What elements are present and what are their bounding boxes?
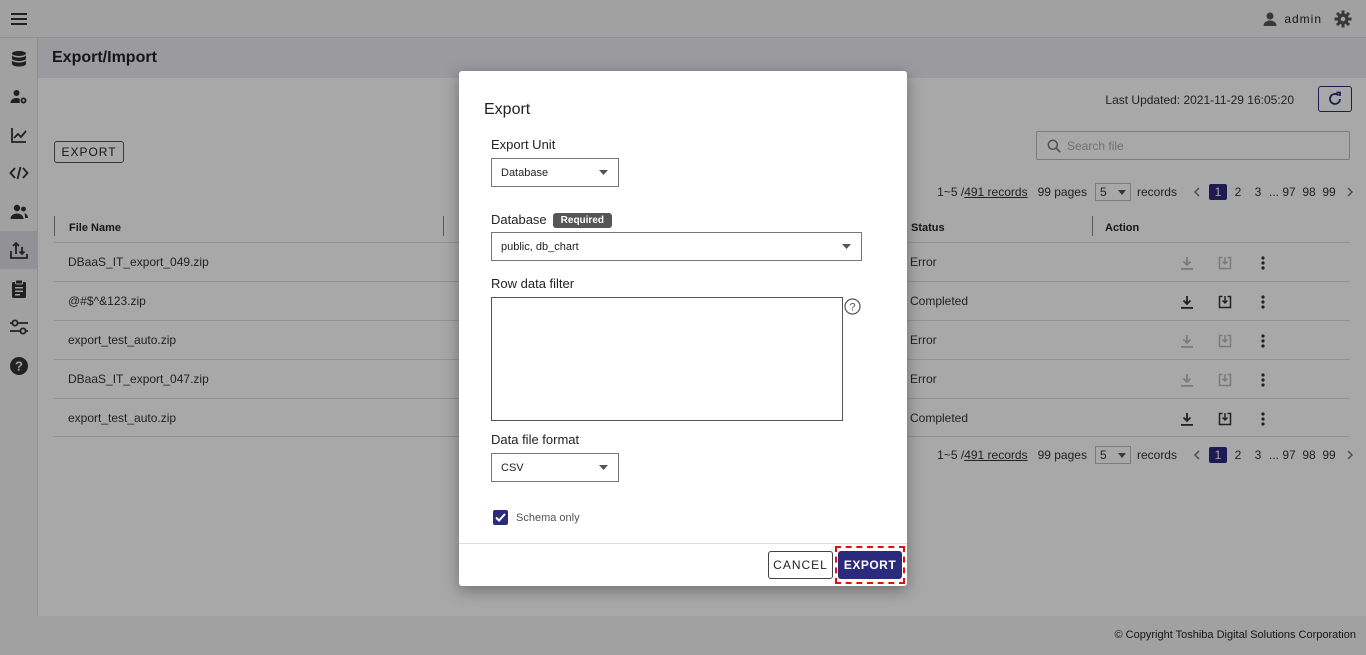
dialog-export-button[interactable]: EXPORT [838, 551, 902, 579]
caret-down-icon [599, 170, 608, 175]
export-dialog: Export Export Unit Database Database Requ… [459, 71, 907, 586]
database-select[interactable]: public, db_chart [491, 232, 862, 261]
database-label: Database [491, 212, 547, 227]
checkmark-icon [495, 513, 506, 522]
row-filter-label: Row data filter [491, 276, 575, 291]
required-badge: Required [552, 213, 612, 228]
dialog-title: Export [484, 101, 531, 118]
caret-down-icon [599, 465, 608, 470]
svg-text:?: ? [849, 302, 855, 314]
format-value: CSV [501, 461, 524, 474]
format-label: Data file format [491, 432, 580, 447]
database-field-label: Database Required [491, 212, 612, 228]
schema-only-checkbox[interactable] [493, 510, 508, 525]
export-unit-label: Export Unit [491, 137, 556, 152]
cancel-button[interactable]: CANCEL [768, 551, 833, 579]
row-filter-textarea[interactable] [491, 297, 843, 421]
export-button-highlight: EXPORT [835, 546, 905, 584]
question-circle-icon[interactable]: ? [844, 298, 861, 315]
export-unit-value: Database [501, 166, 549, 179]
database-value: public, db_chart [501, 240, 579, 253]
format-select[interactable]: CSV [491, 453, 619, 482]
caret-down-icon [842, 244, 851, 249]
export-unit-select[interactable]: Database [491, 158, 619, 187]
dialog-divider [459, 543, 907, 544]
schema-only-label[interactable]: Schema only [516, 512, 580, 524]
